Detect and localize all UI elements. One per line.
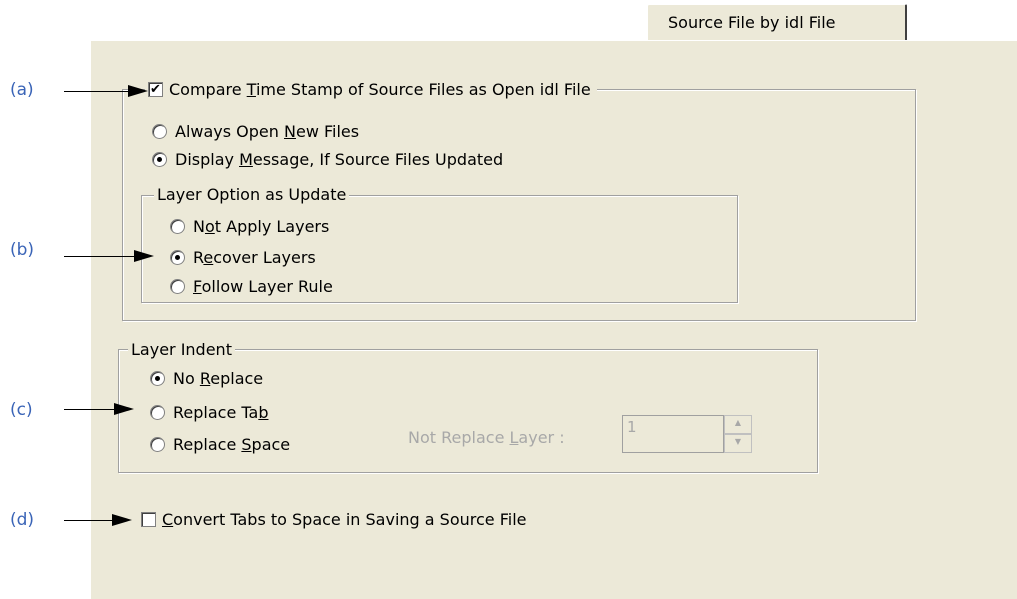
- tab-label: Source File by idl File: [668, 13, 836, 32]
- not-replace-layer-label: Not Replace Layer :: [408, 428, 565, 447]
- radio-display-message-label: Display Message, If Source Files Updated: [175, 150, 504, 169]
- radio-follow-layer-rule-button[interactable]: [170, 279, 185, 294]
- radio-not-apply-layers-label: Not Apply Layers: [193, 217, 330, 236]
- radio-recover-layers[interactable]: Recover Layers: [170, 248, 316, 267]
- radio-recover-layers-label: Recover Layers: [193, 248, 316, 267]
- annotation-a: (a): [10, 80, 34, 100]
- arrow-d-head: [112, 514, 132, 526]
- annotation-d: (d): [10, 510, 35, 530]
- radio-display-message-button[interactable]: [152, 152, 167, 167]
- radio-display-message[interactable]: Display Message, If Source Files Updated: [152, 150, 503, 169]
- arrow-b-line: [64, 256, 136, 257]
- arrow-b-head: [134, 250, 154, 262]
- radio-not-apply-layers-button[interactable]: [170, 219, 185, 234]
- radio-no-replace[interactable]: No Replace: [150, 369, 263, 388]
- not-replace-layer-input[interactable]: 1: [622, 415, 724, 453]
- compare-time-stamp-label: Compare Time Stamp of Source Files as Op…: [169, 80, 591, 99]
- compare-time-stamp-checkbox-row[interactable]: ✔ Compare Time Stamp of Source Files as …: [145, 80, 597, 99]
- radio-recover-layers-button[interactable]: [170, 250, 185, 265]
- radio-replace-tab-label: Replace Tab: [173, 403, 269, 422]
- annotation-c: (c): [10, 400, 33, 420]
- radio-replace-tab-button[interactable]: [150, 405, 165, 420]
- arrow-c-head: [114, 403, 134, 415]
- arrow-a-line: [64, 91, 130, 92]
- convert-tabs-checkbox[interactable]: [141, 512, 156, 527]
- compare-time-stamp-checkbox[interactable]: ✔: [148, 82, 163, 97]
- radio-replace-tab[interactable]: Replace Tab: [150, 403, 268, 422]
- radio-always-open-new-files[interactable]: Always Open New Files: [152, 122, 359, 141]
- convert-tabs-checkbox-row[interactable]: Convert Tabs to Space in Saving a Source…: [141, 510, 526, 529]
- arrow-a-head: [128, 85, 148, 97]
- radio-follow-layer-rule-label: Follow Layer Rule: [193, 277, 333, 296]
- radio-no-replace-button[interactable]: [150, 371, 165, 386]
- annotation-b: (b): [10, 240, 35, 260]
- spin-up-button[interactable]: ▲: [724, 415, 752, 434]
- tab-source-file-by-idl-file[interactable]: Source File by idl File: [647, 4, 907, 40]
- radio-replace-space-button[interactable]: [150, 437, 165, 452]
- radio-always-open-new-files-label: Always Open New Files: [175, 122, 360, 141]
- radio-replace-space-label: Replace Space: [173, 435, 291, 454]
- convert-tabs-label: Convert Tabs to Space in Saving a Source…: [162, 510, 527, 529]
- arrow-d-line: [64, 520, 114, 521]
- radio-follow-layer-rule[interactable]: Follow Layer Rule: [170, 277, 333, 296]
- radio-replace-space[interactable]: Replace Space: [150, 435, 290, 454]
- radio-not-apply-layers[interactable]: Not Apply Layers: [170, 217, 329, 236]
- spin-down-button[interactable]: ▼: [724, 434, 752, 453]
- radio-always-open-new-files-button[interactable]: [152, 124, 167, 139]
- arrow-c-line: [64, 409, 116, 410]
- layer-option-group-title: Layer Option as Update: [154, 185, 350, 204]
- radio-no-replace-label: No Replace: [173, 369, 264, 388]
- layer-indent-group-title: Layer Indent: [128, 340, 235, 359]
